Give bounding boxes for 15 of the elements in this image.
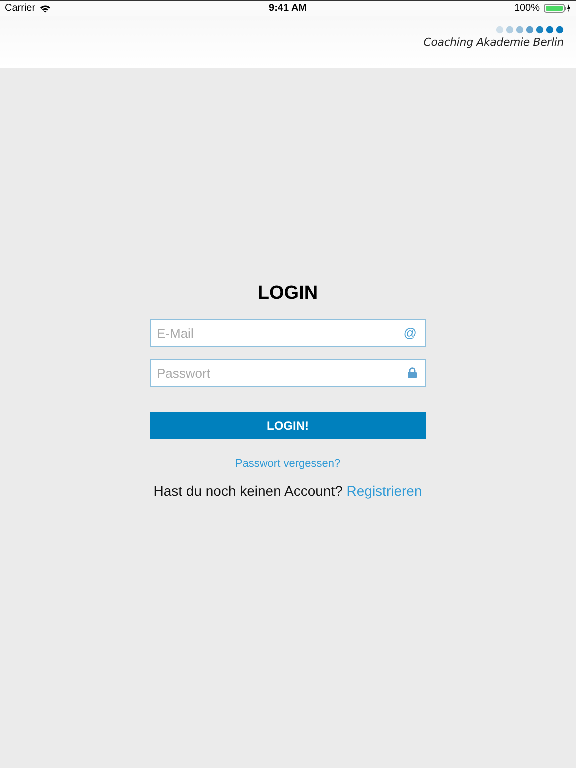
register-link[interactable]: Registrieren xyxy=(346,483,422,499)
logo-text: Coaching Akademie Berlin xyxy=(424,36,564,49)
lock-icon xyxy=(408,368,417,378)
at-sign-icon: @ xyxy=(404,326,417,340)
password-field[interactable]: Passwort xyxy=(150,359,426,387)
clock-time: 9:41 AM xyxy=(269,3,307,14)
logo-dots-icon xyxy=(496,26,564,34)
login-button[interactable]: LOGIN! xyxy=(150,412,426,439)
register-prompt: Hast du noch keinen Account? xyxy=(154,483,343,499)
forgot-password-link[interactable]: Passwort vergessen? xyxy=(235,458,341,470)
battery-percentage: 100% xyxy=(514,3,540,14)
wifi-icon xyxy=(40,4,51,12)
battery-icon xyxy=(544,4,572,13)
login-title: LOGIN xyxy=(256,283,320,305)
carrier-label: Carrier xyxy=(5,3,36,14)
